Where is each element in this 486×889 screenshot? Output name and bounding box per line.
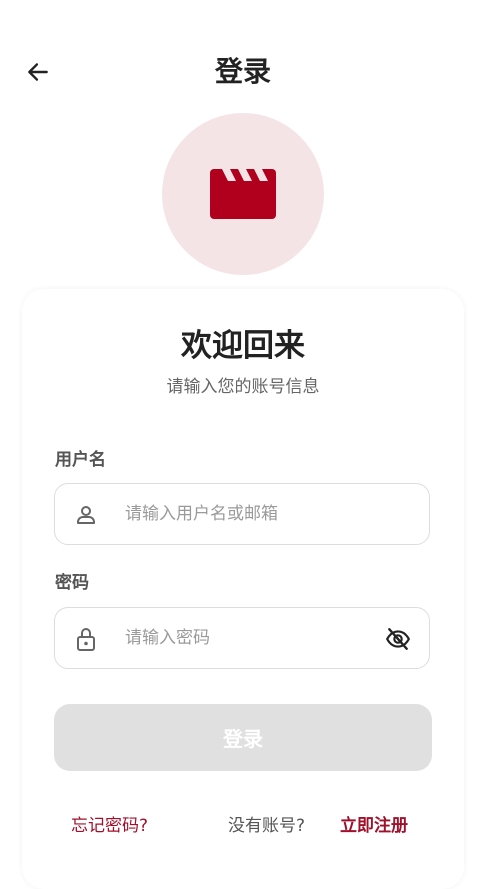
forgot-password-link[interactable]: 忘记密码? [71, 815, 148, 837]
app-logo [162, 113, 324, 275]
password-field[interactable] [54, 607, 430, 669]
welcome-subtitle: 请输入您的账号信息 [166, 377, 320, 397]
username-field[interactable] [54, 483, 430, 545]
user-icon [73, 502, 99, 528]
lock-icon [73, 626, 99, 652]
username-input[interactable] [125, 484, 365, 543]
login-button[interactable]: 登录 [54, 704, 432, 771]
username-label: 用户名 [55, 450, 106, 470]
eye-off-icon[interactable] [383, 624, 413, 654]
top-bar: 登录 [0, 44, 486, 100]
no-account-text: 没有账号? [228, 816, 306, 836]
page-title: 登录 [214, 55, 271, 88]
register-link[interactable]: 立即注册 [340, 815, 408, 837]
login-card: 欢迎回来 请输入您的账号信息 用户名 密码 登 [22, 289, 464, 889]
welcome-heading: 欢迎回来 [181, 328, 305, 364]
password-input[interactable] [125, 608, 365, 667]
clapperboard-icon [210, 169, 276, 219]
password-label: 密码 [55, 573, 89, 593]
